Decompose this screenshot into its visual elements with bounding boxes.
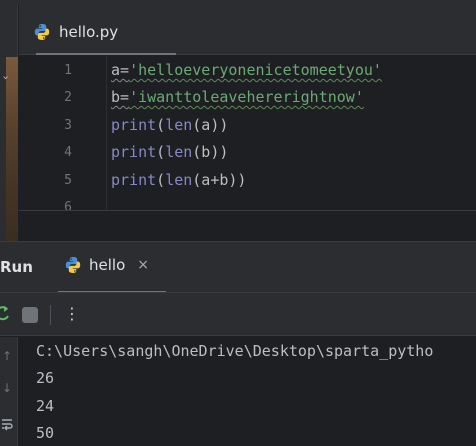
code-token: (b)): [192, 143, 229, 161]
soft-wrap-icon[interactable]: [0, 417, 14, 433]
toolbar-divider: [50, 305, 51, 325]
run-tool-window-header: Run hello ×: [0, 241, 476, 294]
code-token: a=: [111, 61, 130, 79]
down-arrow-icon[interactable]: ↓: [0, 381, 14, 395]
console-side-toolbar: ↑ ↓: [0, 337, 18, 446]
console-line: 50: [36, 424, 55, 442]
python-file-icon: [34, 24, 50, 40]
string-literal: 'helloeveryonenicetomeetyou': [129, 61, 382, 79]
up-arrow-icon[interactable]: ↑: [0, 349, 14, 363]
close-icon[interactable]: ×: [137, 257, 149, 273]
builtin-print: print: [111, 143, 157, 161]
line-number: 1: [64, 63, 72, 78]
builtin-print: print: [111, 171, 157, 189]
code-token: (: [156, 171, 166, 189]
run-panel-title: Run: [0, 258, 33, 276]
code-line-5[interactable]: print(len(a+b)): [111, 171, 246, 189]
builtin-print: print: [111, 116, 157, 134]
line-number: 3: [64, 118, 72, 133]
line-number-gutter: 1 2 3 4 5 6: [19, 56, 107, 210]
code-line-4[interactable]: print(len(b)): [111, 143, 228, 161]
console-line: 24: [36, 397, 55, 415]
line-number: 2: [64, 90, 72, 105]
stop-button[interactable]: [22, 307, 38, 323]
code-line-2[interactable]: b='iwanttoleavehererightnow': [111, 88, 364, 106]
builtin-len: len: [165, 171, 193, 189]
code-line-1[interactable]: a='helloeveryonenicetomeetyou': [111, 61, 382, 79]
builtin-len: len: [165, 116, 193, 134]
editor-empty-area: [19, 211, 476, 241]
desktop-background-sliver: [6, 57, 18, 241]
console-output[interactable]: C:\Users\sangh\OneDrive\Desktop\sparta_p…: [19, 337, 476, 446]
line-number: 6: [64, 200, 72, 210]
string-literal: 'iwanttoleavehererightnow': [129, 88, 364, 106]
line-number: 5: [64, 173, 72, 188]
builtin-len: len: [165, 143, 193, 161]
code-editor[interactable]: 1 2 3 4 5 6 a='helloeveryonenicetomeetyo…: [19, 56, 476, 210]
more-options-button[interactable]: ⋮: [64, 303, 80, 325]
code-token: (a+b)): [192, 171, 247, 189]
line-number: 4: [64, 145, 72, 160]
rerun-icon[interactable]: [0, 305, 10, 323]
active-tab-indicator: [36, 53, 176, 55]
code-line-3[interactable]: print(len(a)): [111, 116, 228, 134]
editor-tab-bar: hello.py: [19, 5, 476, 55]
console-line: C:\Users\sangh\OneDrive\Desktop\sparta_p…: [36, 342, 434, 360]
run-tab-label: hello: [89, 256, 126, 274]
run-tab-hello[interactable]: hello ×: [64, 256, 149, 274]
code-token: b=: [111, 88, 130, 106]
project-panel-edge: ⌄: [0, 5, 18, 241]
code-token: (: [156, 143, 166, 161]
chevron-down-icon[interactable]: ⌄: [1, 69, 13, 83]
code-token: (a)): [192, 116, 229, 134]
code-token: (: [156, 116, 166, 134]
python-run-config-icon: [65, 257, 81, 273]
editor-tab-hello-py[interactable]: hello.py: [33, 15, 118, 49]
console-line: 26: [36, 369, 55, 387]
run-toolbar: ⋮: [0, 292, 476, 336]
editor-tab-label: hello.py: [59, 23, 119, 41]
